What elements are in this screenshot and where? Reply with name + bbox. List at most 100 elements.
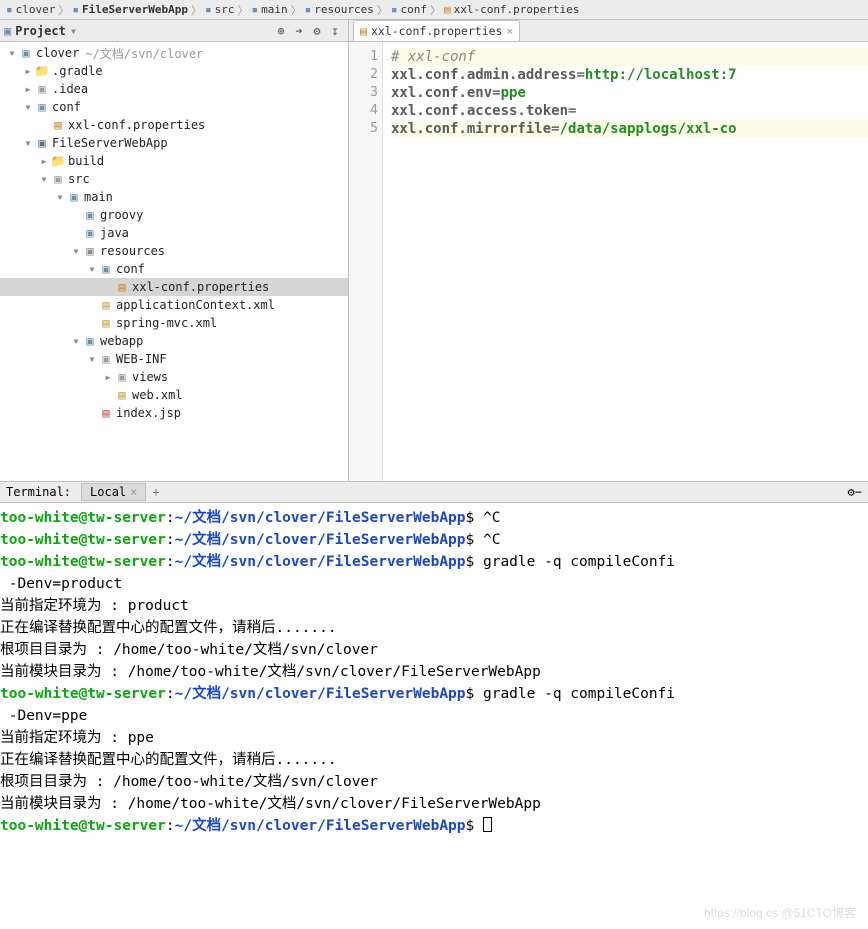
line-number: 1	[349, 48, 378, 66]
collapse-icon[interactable]: ⊕	[272, 22, 290, 40]
tree-node[interactable]: ▾▣resources	[0, 242, 348, 260]
terminal-line: 根项目目录为 : /home/too-white/文档/svn/clover	[0, 639, 862, 661]
code-line[interactable]: xxl.conf.admin.address=http://localhost:…	[391, 66, 868, 84]
code-line[interactable]: # xxl-conf	[391, 48, 868, 66]
tree-node[interactable]: ▤web.xml	[0, 386, 348, 404]
breadcrumb-item[interactable]: FileServerWebApp	[82, 3, 188, 16]
project-header: ▣ Project ▾ ⊕ ➔ ⚙ ↧	[0, 20, 348, 42]
tree-label: xxl-conf.properties	[132, 280, 269, 294]
tree-node[interactable]: ▤xxl-conf.properties	[0, 116, 348, 134]
tree-label: conf	[52, 100, 81, 114]
tree-node[interactable]: ▸📁.gradle	[0, 62, 348, 80]
file-icon: ▤	[115, 280, 129, 294]
expand-icon[interactable]: ➔	[290, 22, 308, 40]
folder-icon: ▣	[35, 100, 49, 114]
chevron-right-icon[interactable]: ▸	[38, 155, 50, 167]
file-icon: ▤	[444, 3, 451, 16]
folder-icon: ▣	[35, 82, 49, 96]
terminal-line: 当前模块目录为 : /home/too-white/文档/svn/clover/…	[0, 661, 862, 683]
tree-node[interactable]: ▤xxl-conf.properties	[0, 278, 348, 296]
chevron-right-icon[interactable]: ▸	[22, 65, 34, 77]
folder-icon: ▣	[35, 136, 49, 150]
tree-node[interactable]: ▾▣conf	[0, 98, 348, 116]
tree-node[interactable]: ▾▣src	[0, 170, 348, 188]
chevron-down-icon[interactable]: ▾	[86, 263, 98, 275]
tree-label: main	[84, 190, 113, 204]
tree-node[interactable]: ▤spring-mvc.xml	[0, 314, 348, 332]
folder-icon: 📁	[51, 154, 65, 168]
chevron-right-icon[interactable]: ▸	[102, 371, 114, 383]
chevron-down-icon[interactable]: ▾	[22, 137, 34, 149]
folder-icon: ▪	[251, 3, 258, 16]
add-terminal-icon[interactable]: +	[152, 485, 159, 499]
code-line[interactable]: xxl.conf.env=ppe	[391, 84, 868, 102]
project-tree[interactable]: ▾▣clover~/文档/svn/clover▸📁.gradle▸▣.idea▾…	[0, 42, 348, 481]
terminal-tab-label: Local	[90, 485, 126, 499]
tree-node[interactable]: ▣java	[0, 224, 348, 242]
tree-label: WEB-INF	[116, 352, 167, 366]
folder-icon: ▣	[99, 352, 113, 366]
tree-node[interactable]: ▸▣.idea	[0, 80, 348, 98]
close-icon[interactable]: ×	[130, 485, 137, 499]
tree-label: conf	[116, 262, 145, 276]
code-line[interactable]: xxl.conf.access.token=	[391, 102, 868, 120]
chevron-down-icon[interactable]: ▾	[6, 47, 18, 59]
tree-label: resources	[100, 244, 165, 258]
chevron-down-icon[interactable]: ▾	[38, 173, 50, 185]
chevron-down-icon[interactable]: ▾	[70, 245, 82, 257]
folder-icon: ▪	[305, 3, 312, 16]
chevron-right-icon: 〉	[58, 2, 69, 18]
breadcrumb-item[interactable]: src	[215, 3, 235, 16]
minimize-icon[interactable]: −	[855, 485, 862, 499]
tree-node[interactable]: ▸📁build	[0, 152, 348, 170]
gear-icon[interactable]: ⚙	[848, 485, 855, 499]
breadcrumb-item[interactable]: xxl-conf.properties	[454, 3, 580, 16]
folder-icon: ▣	[67, 190, 81, 204]
terminal-line: too-white@tw-server:~/文档/svn/clover/File…	[0, 529, 862, 551]
breadcrumb-item[interactable]: clover	[16, 3, 56, 16]
breadcrumb-item[interactable]: resources	[314, 3, 374, 16]
gear-icon[interactable]: ⚙	[308, 22, 326, 40]
editor-body[interactable]: 12345 # xxl-confxxl.conf.admin.address=h…	[349, 42, 868, 481]
chevron-right-icon[interactable]: ▸	[22, 83, 34, 95]
tree-label: FileServerWebApp	[52, 136, 168, 150]
chevron-down-icon[interactable]: ▾	[54, 191, 66, 203]
terminal-line: too-white@tw-server:~/文档/svn/clover/File…	[0, 551, 862, 573]
chevron-down-icon[interactable]: ▾	[86, 353, 98, 365]
terminal-line: 当前指定环境为 : ppe	[0, 727, 862, 749]
code-line[interactable]: xxl.conf.mirrorfile=/data/sapplogs/xxl-c…	[391, 120, 868, 138]
line-number: 4	[349, 102, 378, 120]
tree-node[interactable]: ▾▣WEB-INF	[0, 350, 348, 368]
chevron-down-icon[interactable]: ▾	[22, 101, 34, 113]
tree-node[interactable]: ▤applicationContext.xml	[0, 296, 348, 314]
tree-node[interactable]: ▾▣main	[0, 188, 348, 206]
tree-node[interactable]: ▾▣conf	[0, 260, 348, 278]
tree-node[interactable]: ▸▣views	[0, 368, 348, 386]
breadcrumb-item[interactable]: conf	[400, 3, 427, 16]
tree-label: xxl-conf.properties	[68, 118, 205, 132]
terminal-line: 正在编译替换配置中心的配置文件，请稍后.......	[0, 617, 862, 639]
terminal-tab-local[interactable]: Local ×	[81, 483, 146, 501]
tree-label: applicationContext.xml	[116, 298, 275, 312]
chevron-down-icon[interactable]: ▾	[70, 335, 82, 347]
tree-node[interactable]: ▾▣clover~/文档/svn/clover	[0, 44, 348, 62]
code-area[interactable]: # xxl-confxxl.conf.admin.address=http://…	[383, 42, 868, 481]
tree-node[interactable]: ▾▣webapp	[0, 332, 348, 350]
tree-node[interactable]: ▾▣FileServerWebApp	[0, 134, 348, 152]
tab-xxl-conf[interactable]: ▤ xxl-conf.properties ×	[353, 20, 520, 41]
editor-tab-label: xxl-conf.properties	[371, 24, 503, 38]
close-icon[interactable]: ×	[507, 24, 514, 38]
file-icon: ▤	[51, 118, 65, 132]
terminal-line: -Denv=ppe	[0, 705, 862, 727]
dropdown-icon[interactable]: ▾	[70, 24, 77, 38]
terminal-line: 正在编译替换配置中心的配置文件，请稍后.......	[0, 749, 862, 771]
breadcrumb-item[interactable]: main	[261, 3, 288, 16]
hide-icon[interactable]: ↧	[326, 22, 344, 40]
tree-node[interactable]: ▤index.jsp	[0, 404, 348, 422]
terminal-header: Terminal: Local × + ⚙ −	[0, 481, 868, 503]
blank	[102, 389, 114, 401]
terminal[interactable]: too-white@tw-server:~/文档/svn/clover/File…	[0, 503, 868, 929]
tree-node[interactable]: ▣groovy	[0, 206, 348, 224]
tree-label: .idea	[52, 82, 88, 96]
editor-panel: ▤ xxl-conf.properties × 12345 # xxl-conf…	[349, 20, 868, 481]
